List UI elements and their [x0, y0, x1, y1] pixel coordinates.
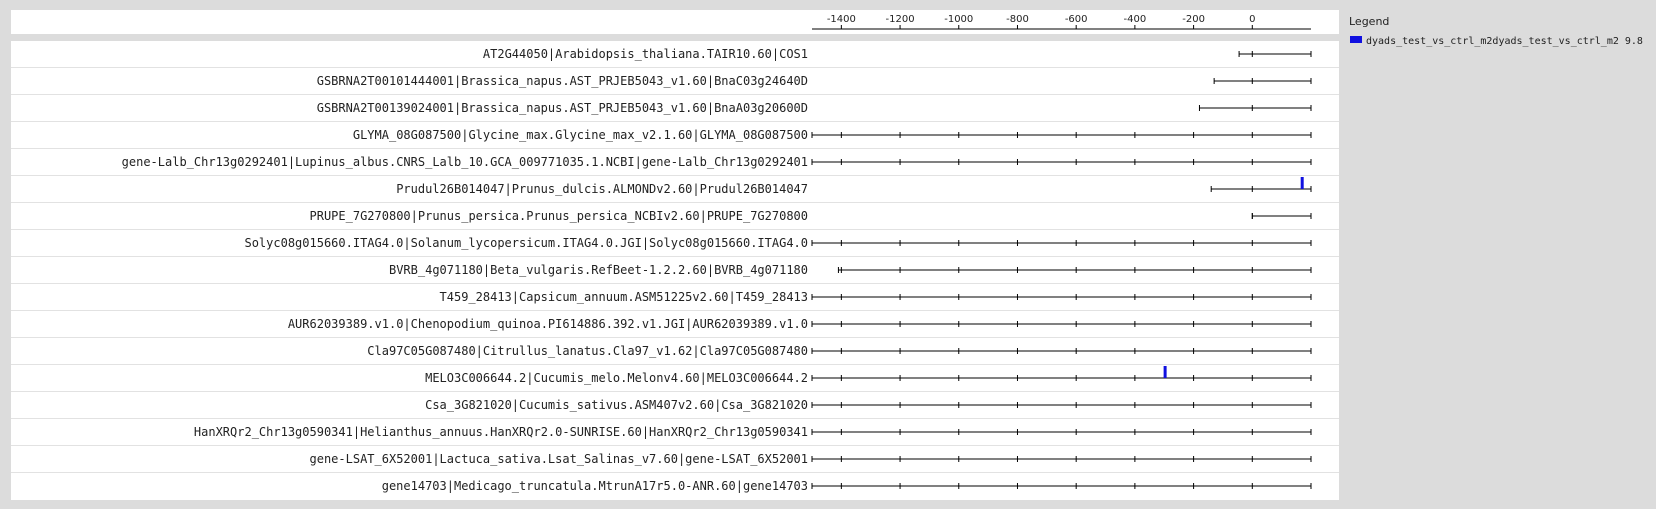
legend-swatch — [1350, 36, 1362, 43]
axis-tick-label: 0 — [1249, 14, 1255, 25]
track-row: GLYMA_08G087500|Glycine_max.Glycine_max_… — [11, 121, 1339, 142]
track-row: HanXRQr2_Chr13g0590341|Helianthus_annuus… — [11, 418, 1339, 439]
track-row: Prudul26B014047|Prunus_dulcis.ALMONDv2.6… — [11, 175, 1339, 196]
row-label: GSBRNA2T00101444001|Brassica_napus.AST_P… — [317, 74, 808, 88]
motif-marker[interactable] — [1300, 177, 1304, 189]
row-label: MELO3C006644.2|Cucumis_melo.Melonv4.60|M… — [425, 371, 808, 385]
axis-tick-label: -600 — [1065, 14, 1088, 25]
track-row: AUR62039389.v1.0|Chenopodium_quinoa.PI61… — [11, 310, 1339, 331]
row-label: T459_28413|Capsicum_annuum.ASM51225v2.60… — [440, 290, 808, 304]
axis-tick-label: -800 — [1006, 14, 1029, 25]
track-row: Csa_3G821020|Cucumis_sativus.ASM407v2.60… — [11, 391, 1339, 412]
row-label: Solyc08g015660.ITAG4.0|Solanum_lycopersi… — [244, 236, 808, 250]
row-label: GSBRNA2T00139024001|Brassica_napus.AST_P… — [317, 101, 808, 115]
row-label: gene-LSAT_6X52001|Lactuca_sativa.Lsat_Sa… — [310, 452, 809, 466]
motif-marker[interactable] — [1163, 366, 1167, 378]
axis-tick-label: -400 — [1124, 14, 1147, 25]
row-label: HanXRQr2_Chr13g0590341|Helianthus_annuus… — [194, 425, 808, 439]
row-label: Prudul26B014047|Prunus_dulcis.ALMONDv2.6… — [396, 182, 808, 196]
track-row: T459_28413|Capsicum_annuum.ASM51225v2.60… — [11, 283, 1339, 304]
row-label: BVRB_4g071180|Beta_vulgaris.RefBeet-1.2.… — [389, 263, 808, 277]
legend: Legend dyads_test_vs_ctrl_m2dyads_test_v… — [1349, 15, 1643, 47]
legend-title: Legend — [1349, 15, 1389, 28]
track-row: gene14703|Medicago_truncatula.MtrunA17r5… — [11, 472, 1339, 493]
row-label: GLYMA_08G087500|Glycine_max.Glycine_max_… — [353, 128, 808, 142]
track-row: BVRB_4g071180|Beta_vulgaris.RefBeet-1.2.… — [11, 256, 1339, 277]
legend-entry-label: dyads_test_vs_ctrl_m2dyads_test_vs_ctrl_… — [1366, 36, 1643, 47]
row-label: gene-Lalb_Chr13g0292401|Lupinus_albus.CN… — [122, 155, 808, 169]
x-axis: -1400 -1200 -1000 -800 -600 -400 -200 0 — [812, 14, 1311, 30]
promoter-track-diagram: -1400 -1200 -1000 -800 -600 -400 -200 0 AT2G440… — [11, 14, 1643, 493]
track-row: GSBRNA2T00101444001|Brassica_napus.AST_P… — [11, 67, 1339, 88]
row-label: Csa_3G821020|Cucumis_sativus.ASM407v2.60… — [425, 398, 808, 412]
track-row: GSBRNA2T00139024001|Brassica_napus.AST_P… — [11, 94, 1339, 115]
track-row: gene-Lalb_Chr13g0292401|Lupinus_albus.CN… — [11, 148, 1339, 169]
axis-tick-label: -200 — [1182, 14, 1205, 25]
axis-tick-label: -1200 — [886, 14, 915, 25]
track-row: AT2G44050|Arabidopsis_thaliana.TAIR10.60… — [483, 47, 1312, 61]
row-label: Cla97C05G087480|Citrullus_lanatus.Cla97_… — [367, 344, 808, 358]
track-row: gene-LSAT_6X52001|Lactuca_sativa.Lsat_Sa… — [11, 445, 1339, 466]
row-label: gene14703|Medicago_truncatula.MtrunA17r5… — [382, 479, 808, 493]
track-row: Cla97C05G087480|Citrullus_lanatus.Cla97_… — [11, 337, 1339, 358]
row-label: AT2G44050|Arabidopsis_thaliana.TAIR10.60… — [483, 47, 808, 61]
track-rows: AT2G44050|Arabidopsis_thaliana.TAIR10.60… — [11, 47, 1339, 493]
axis-tick-label: -1000 — [944, 14, 973, 25]
axis-tick-label: -1400 — [827, 14, 856, 25]
track-row: PRUPE_7G270800|Prunus_persica.Prunus_per… — [11, 202, 1339, 223]
track-row: Solyc08g015660.ITAG4.0|Solanum_lycopersi… — [11, 229, 1339, 250]
track-row: MELO3C006644.2|Cucumis_melo.Melonv4.60|M… — [11, 364, 1339, 385]
row-label: AUR62039389.v1.0|Chenopodium_quinoa.PI61… — [288, 317, 808, 331]
row-label: PRUPE_7G270800|Prunus_persica.Prunus_per… — [310, 209, 809, 223]
